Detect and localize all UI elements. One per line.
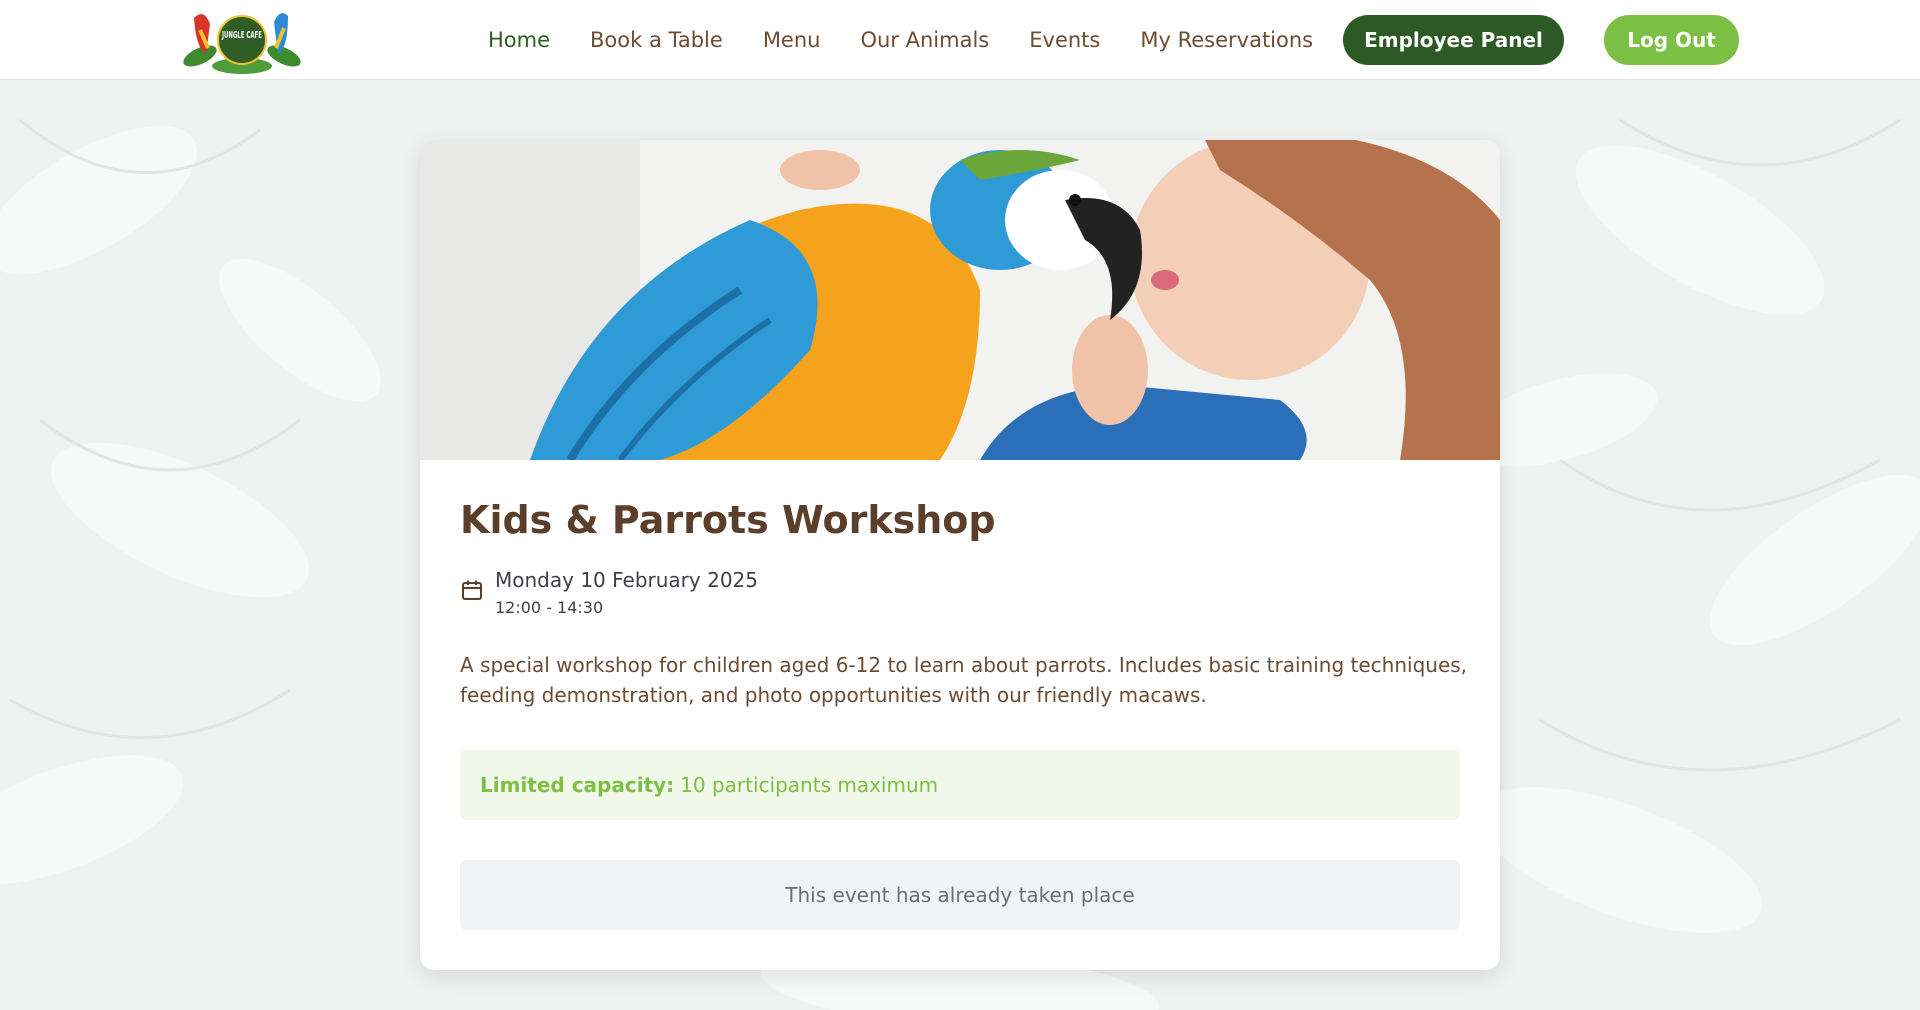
event-status-banner: This event has already taken place [460,860,1460,930]
main-nav: Home Book a Table Menu Our Animals Event… [488,0,1353,80]
nav-my-reservations[interactable]: My Reservations [1140,28,1313,52]
event-title: Kids & Parrots Workshop [460,498,996,542]
event-hero-image [420,140,1500,460]
log-out-button[interactable]: Log Out [1604,15,1739,65]
svg-text:JUNGLE CAFE: JUNGLE CAFE [221,30,262,41]
event-date: Monday 10 February 2025 [495,568,758,592]
nav-home[interactable]: Home [488,28,550,52]
nav-menu[interactable]: Menu [763,28,821,52]
nav-book-a-table[interactable]: Book a Table [590,28,723,52]
event-card: Kids & Parrots Workshop Monday 10 Februa… [420,140,1500,970]
event-description: A special workshop for children aged 6-1… [460,653,1468,707]
calendar-icon [460,578,484,602]
event-time: 12:00 - 14:30 [495,598,604,617]
employee-panel-button[interactable]: Employee Panel [1343,15,1564,65]
capacity-value: 10 participants maximum [680,773,939,797]
capacity-label: Limited capacity: [480,773,675,797]
top-navbar: JUNGLE CAFE Home Book a Table Menu Our A… [0,0,1920,80]
capacity-notice: Limited capacity: 10 participants maximu… [460,750,1460,820]
nav-our-animals[interactable]: Our Animals [860,28,989,52]
jungle-cafe-logo[interactable]: JUNGLE CAFE [180,4,304,76]
nav-events[interactable]: Events [1029,28,1100,52]
